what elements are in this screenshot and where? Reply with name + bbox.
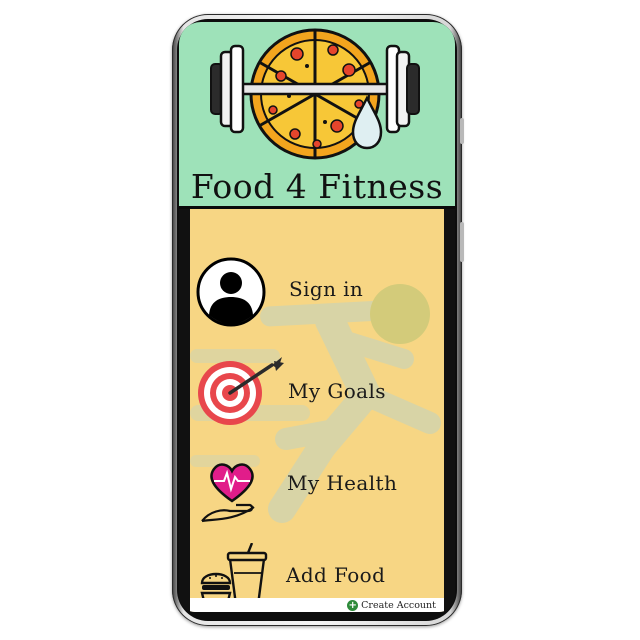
menu-item-my-health[interactable]: My Health	[190, 447, 444, 527]
target-dart-icon	[198, 357, 284, 425]
add-food-label: Add Food	[286, 563, 386, 587]
app-header: Food 4 Fitness	[179, 22, 455, 209]
create-account-label: Create Account	[361, 599, 436, 611]
my-health-label: My Health	[287, 471, 398, 495]
app-title: Food 4 Fitness	[190, 167, 444, 206]
heart-in-hand-icon	[201, 463, 255, 523]
pizza-dumbbell-logo	[210, 28, 420, 160]
main-menu-panel: Sign in My Goals My Health Add Food	[190, 209, 444, 612]
my-goals-label: My Goals	[288, 379, 386, 403]
app-footer: + Create Account	[190, 598, 444, 612]
sign-in-label: Sign in	[289, 277, 364, 301]
app-screen: Food 4 Fitness Sign in My Goals My Healt…	[179, 22, 455, 612]
menu-item-sign-in[interactable]: Sign in	[190, 249, 444, 329]
menu-item-my-goals[interactable]: My Goals	[190, 351, 444, 431]
plus-circle-icon: +	[347, 599, 359, 611]
create-account-button[interactable]: + Create Account	[347, 598, 436, 612]
volume-button	[460, 118, 464, 144]
user-avatar-icon	[196, 257, 266, 327]
power-button	[460, 222, 464, 262]
